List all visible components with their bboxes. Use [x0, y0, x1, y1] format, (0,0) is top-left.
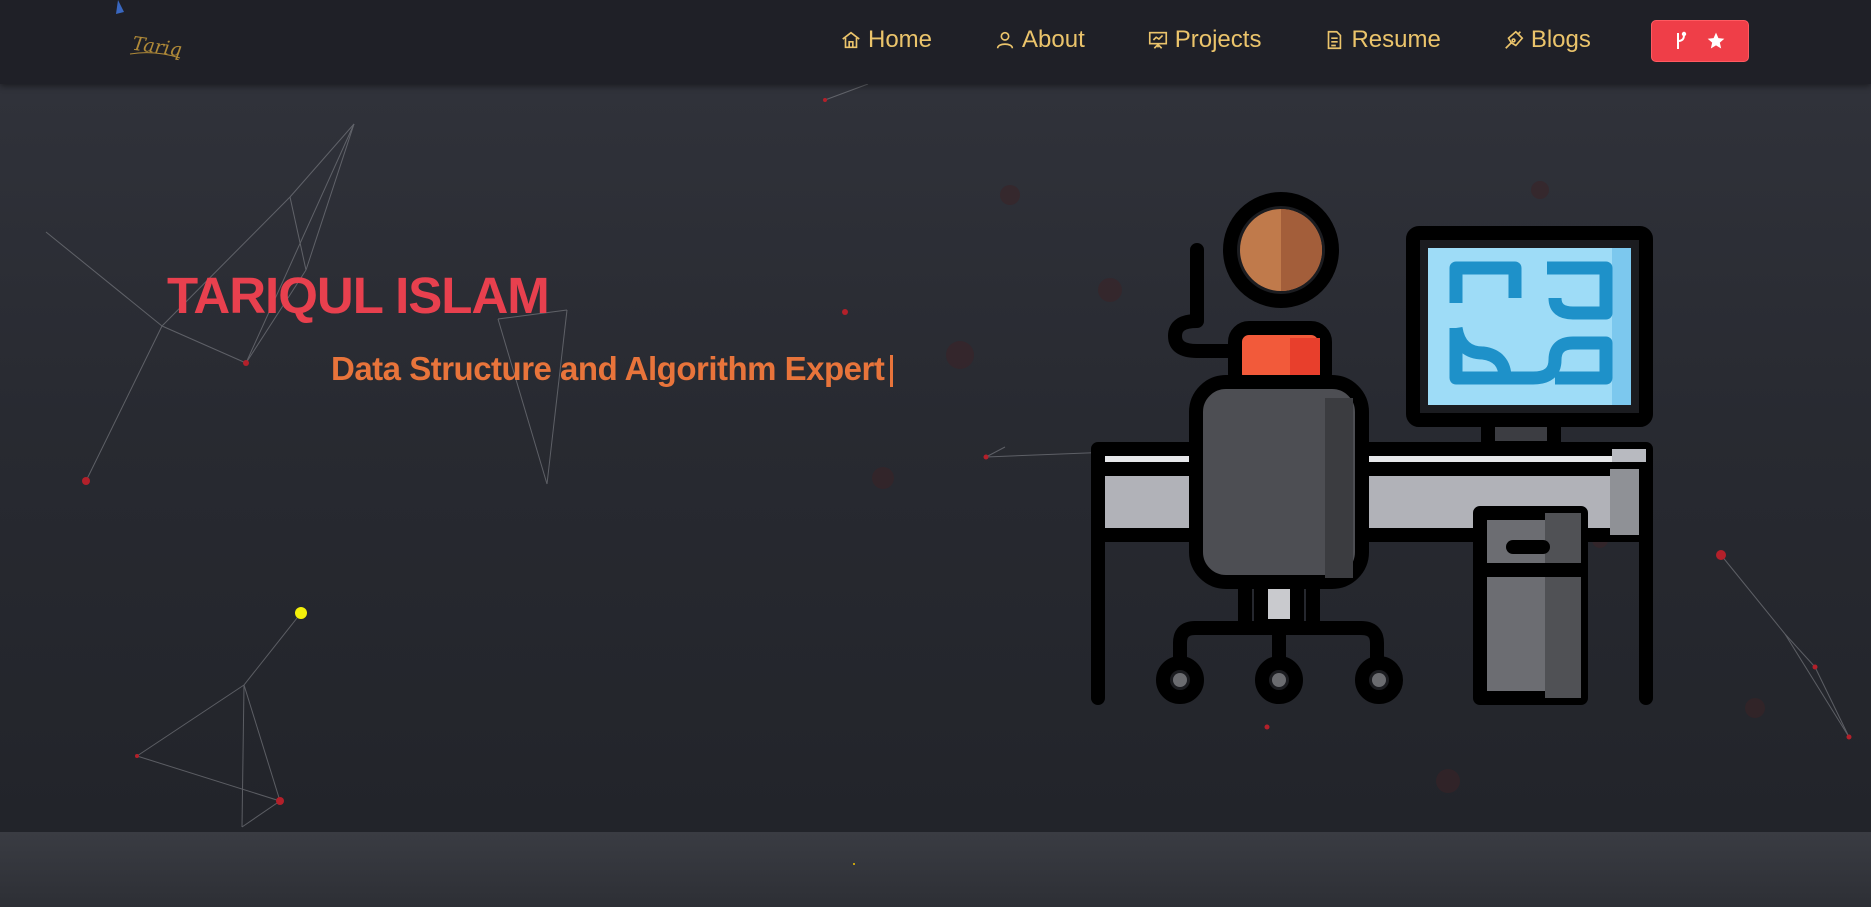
hero-typed-subtitle: Data Structure and Algorithm Expert [331, 350, 894, 388]
document-icon [1328, 30, 1342, 50]
developer-at-desk-illustration [1091, 192, 1653, 705]
nav-resume-label: Resume [1351, 26, 1441, 53]
nav-blogs-label: Blogs [1530, 26, 1591, 53]
nav-home[interactable]: Home [840, 26, 932, 54]
nav-about-label: About [1022, 26, 1085, 53]
user-icon [996, 31, 1014, 49]
nav-home-label: Home [868, 26, 933, 53]
hero-name: TARIQUL ISLAM [167, 267, 550, 324]
nav-projects-label: Projects [1174, 26, 1262, 53]
nav-blogs[interactable]: Blogs [1503, 26, 1591, 54]
git-fork-icon [1677, 31, 1687, 49]
logo[interactable]: Tariq [110, 0, 200, 70]
navbar: Tariq Home About Projects Resume Blogs [0, 0, 1871, 84]
star-icon [1707, 32, 1725, 49]
signature-logo-icon: Tariq [116, 0, 183, 61]
typed-text: Data Structure and Algorithm Expert [331, 350, 885, 387]
nav-projects[interactable]: Projects [1147, 26, 1262, 54]
typing-cursor [890, 355, 894, 388]
github-fork-star-button[interactable] [1651, 20, 1749, 62]
nav-links: Home About Projects Resume Blogs [840, 20, 1591, 60]
nav-about[interactable]: About [994, 26, 1085, 54]
pen-nib-icon [1504, 30, 1524, 49]
nav-resume[interactable]: Resume [1323, 26, 1441, 54]
home-icon [842, 31, 860, 49]
presentation-icon [1148, 31, 1167, 49]
